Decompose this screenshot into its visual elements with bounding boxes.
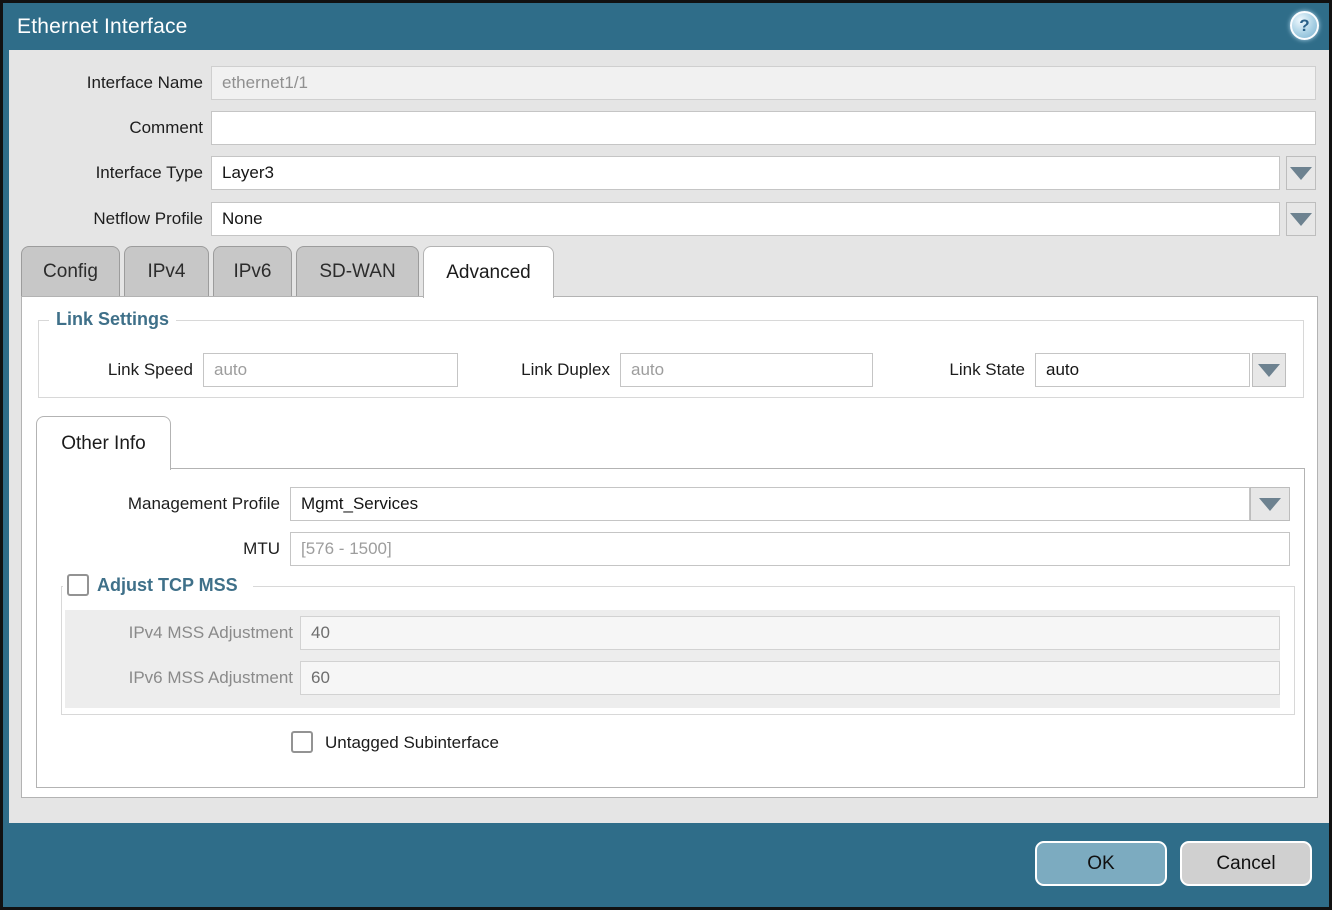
link-state-label: Link State (903, 353, 1025, 387)
tab-label: Advanced (446, 262, 531, 284)
ok-button[interactable]: OK (1035, 841, 1167, 886)
tab-advanced[interactable]: Advanced (423, 246, 554, 298)
interface-type-label: Interface Type (13, 156, 203, 190)
untagged-subinterface-checkbox[interactable] (291, 731, 313, 753)
tab-label: IPv6 (233, 261, 271, 283)
untagged-subinterface-label: Untagged Subinterface (325, 731, 499, 755)
interface-type-select[interactable]: Layer3 (211, 156, 1280, 190)
interface-name-label: Interface Name (13, 66, 203, 100)
comment-field[interactable] (211, 111, 1316, 145)
interface-type-dropdown-button[interactable] (1286, 156, 1316, 190)
link-settings-legend: Link Settings (49, 309, 176, 330)
link-state-dropdown-button[interactable] (1252, 353, 1286, 387)
management-profile-label: Management Profile (63, 487, 280, 521)
link-speed-label: Link Speed (43, 353, 193, 387)
link-duplex-field[interactable] (620, 353, 873, 387)
ipv6-mss-label: IPv6 MSS Adjustment (83, 661, 293, 695)
comment-label: Comment (13, 111, 203, 145)
dialog-left-stripe (3, 50, 9, 907)
tab-ipv4[interactable]: IPv4 (124, 246, 209, 296)
management-profile-dropdown-button[interactable] (1250, 487, 1290, 521)
adjust-tcp-mss-checkbox[interactable] (67, 574, 89, 596)
mtu-field[interactable] (290, 532, 1290, 566)
ipv4-mss-field (300, 616, 1280, 650)
link-state-select[interactable]: auto (1035, 353, 1250, 387)
link-duplex-label: Link Duplex (473, 353, 610, 387)
tab-ipv6[interactable]: IPv6 (213, 246, 292, 296)
tab-label: Config (43, 261, 98, 283)
management-profile-select[interactable]: Mgmt_Services (290, 487, 1250, 521)
tab-sdwan[interactable]: SD-WAN (296, 246, 419, 296)
help-icon[interactable]: ? (1290, 11, 1319, 40)
tab-label: SD-WAN (319, 261, 395, 283)
netflow-profile-dropdown-button[interactable] (1286, 202, 1316, 236)
mtu-label: MTU (63, 532, 280, 566)
dialog-title: Ethernet Interface (3, 15, 188, 39)
chevron-down-icon (1258, 364, 1280, 377)
ipv6-mss-field (300, 661, 1280, 695)
netflow-profile-label: Netflow Profile (13, 202, 203, 236)
adjust-tcp-mss-legend-row: Adjust TCP MSS (63, 574, 253, 596)
chevron-down-icon (1290, 213, 1312, 226)
cancel-button[interactable]: Cancel (1180, 841, 1312, 886)
chevron-down-icon (1290, 167, 1312, 180)
ipv4-mss-label: IPv4 MSS Adjustment (83, 616, 293, 650)
tab-label: IPv4 (147, 261, 185, 283)
chevron-down-icon (1259, 498, 1281, 511)
adjust-tcp-mss-legend: Adjust TCP MSS (89, 575, 245, 596)
subtab-label: Other Info (61, 433, 146, 455)
dialog-titlebar: Ethernet Interface (3, 3, 1329, 50)
netflow-profile-select[interactable]: None (211, 202, 1280, 236)
ethernet-interface-dialog: Ethernet Interface ? Interface Name Comm… (0, 0, 1332, 910)
subtab-other-info[interactable]: Other Info (36, 416, 171, 470)
link-speed-field[interactable] (203, 353, 458, 387)
interface-name-field (211, 66, 1316, 100)
tab-config[interactable]: Config (21, 246, 120, 296)
